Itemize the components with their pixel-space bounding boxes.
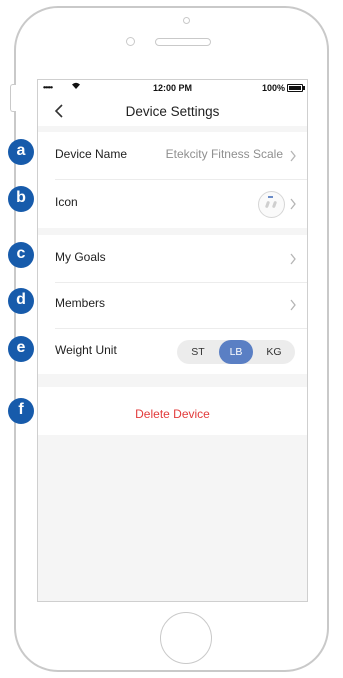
camera-dot [183,17,190,24]
my-goals-label: My Goals [55,250,106,264]
icon-label: Icon [55,195,78,209]
weight-unit-selector: ST LB KG [177,340,295,364]
status-bar: ••••• 12:00 PM 100% [38,80,307,96]
callout-badge: c [8,242,34,268]
callout-badge: f [8,398,34,424]
unit-option-lb[interactable]: LB [219,340,253,364]
speaker-grille [155,38,211,46]
chevron-right-icon [289,252,297,265]
members-label: Members [55,296,106,310]
unit-option-st[interactable]: ST [181,340,215,364]
callout-badge: a [8,139,34,165]
front-camera [126,37,135,46]
chevron-right-icon [289,197,297,210]
page-title: Device Settings [125,104,220,119]
chevron-right-icon [289,149,297,162]
nav-bar: Device Settings [38,96,307,126]
members-row[interactable]: Members [38,281,307,329]
group-device: Device Name Etekcity Fitness Scale Icon [38,132,307,228]
delete-device-row[interactable]: Delete Device [38,387,307,435]
home-button[interactable] [160,612,212,664]
device-screen: ••••• 12:00 PM 100% Device Settings Devi… [37,79,308,602]
weight-unit-row: Weight Unit ST LB KG [38,328,307,376]
callout-badge: e [8,336,34,362]
device-name-label: Device Name [55,147,128,161]
device-name-value: Etekcity Fitness Scale [165,147,283,161]
callout-badge: d [8,288,34,314]
scale-icon [258,191,285,218]
delete-device-button[interactable]: Delete Device [38,407,307,421]
group-delete: Delete Device [38,387,307,435]
weight-unit-label: Weight Unit [55,343,117,357]
chevron-right-icon [289,298,297,311]
battery-icon [287,84,305,92]
side-button [10,84,16,112]
device-name-row[interactable]: Device Name Etekcity Fitness Scale [38,132,307,180]
callout-badge: b [8,186,34,212]
icon-row[interactable]: Icon [38,180,307,228]
unit-option-kg[interactable]: KG [257,340,291,364]
my-goals-row[interactable]: My Goals [38,235,307,283]
group-preferences: My Goals Members Weight Unit ST LB KG [38,235,307,374]
battery-percent: 100% [261,83,285,93]
